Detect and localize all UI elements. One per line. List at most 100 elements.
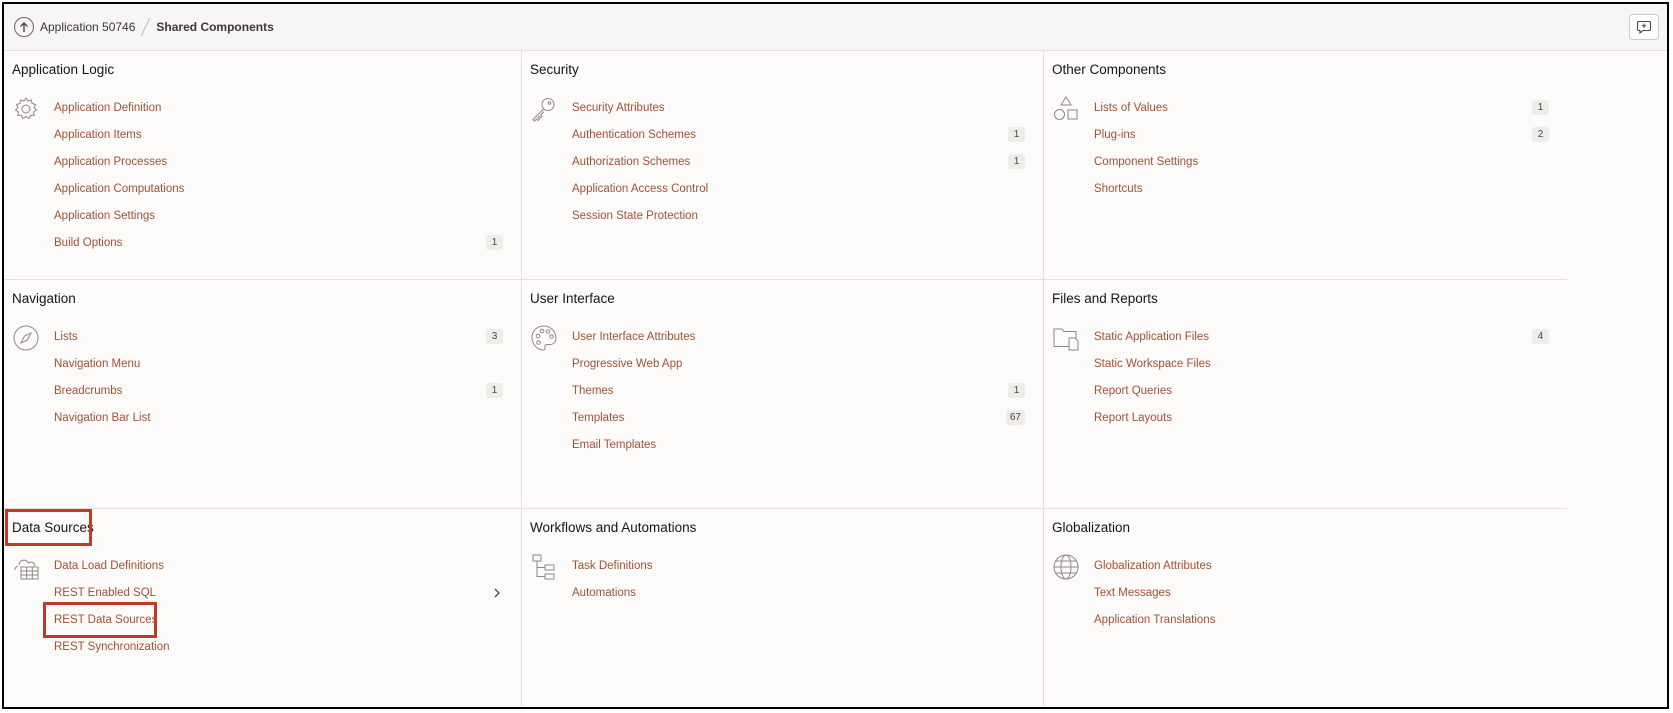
list-item-themes[interactable]: Themes 1	[572, 382, 1025, 400]
list-item-security-attributes[interactable]: Security Attributes	[572, 99, 1025, 117]
breadcrumb-bar: Application 50746 Shared Components	[4, 4, 1667, 51]
section-title: Security	[530, 62, 579, 77]
section-other-components: Other Components Lists of Values 1 Plug-…	[1044, 51, 1567, 280]
key-icon	[530, 95, 558, 123]
link-build-options[interactable]: Build Options	[54, 237, 122, 249]
list-item-application-definition[interactable]: Application Definition	[54, 99, 503, 117]
list-item-lists-of-values[interactable]: Lists of Values 1	[1094, 99, 1549, 117]
shared-components-page: Application 50746 Shared Components Appl…	[2, 2, 1669, 709]
link-application-definition[interactable]: Application Definition	[54, 102, 161, 114]
list-item-task-definitions[interactable]: Task Definitions	[572, 557, 1025, 575]
section-workflows-and-automations: Workflows and Automations Task Definitio…	[522, 509, 1044, 707]
link-security-attributes[interactable]: Security Attributes	[572, 102, 665, 114]
link-plug-ins[interactable]: Plug-ins	[1094, 129, 1136, 141]
list-item-session-state-protection[interactable]: Session State Protection	[572, 207, 1025, 225]
list-item-rest-synchronization[interactable]: REST Synchronization	[54, 638, 503, 656]
link-lists-of-values[interactable]: Lists of Values	[1094, 102, 1168, 114]
count-badge: 1	[1532, 100, 1549, 115]
list-item-rest-enabled-sql[interactable]: REST Enabled SQL	[54, 584, 503, 602]
link-text-messages[interactable]: Text Messages	[1094, 587, 1171, 599]
link-authorization-schemes[interactable]: Authorization Schemes	[572, 156, 690, 168]
list-item-breadcrumbs[interactable]: Breadcrumbs 1	[54, 382, 503, 400]
section-title: User Interface	[530, 291, 615, 306]
section-globalization: Globalization Globalization Attributes T…	[1044, 509, 1567, 707]
link-report-layouts[interactable]: Report Layouts	[1094, 412, 1172, 424]
breadcrumb-separator	[141, 18, 151, 36]
list-item-application-processes[interactable]: Application Processes	[54, 153, 503, 171]
list-item-authentication-schemes[interactable]: Authentication Schemes 1	[572, 126, 1025, 144]
list-item-component-settings[interactable]: Component Settings	[1094, 153, 1549, 171]
list-item-static-application-files[interactable]: Static Application Files 4	[1094, 328, 1549, 346]
list-item-email-templates[interactable]: Email Templates	[572, 436, 1025, 454]
list-item-templates[interactable]: Templates 67	[572, 409, 1025, 427]
link-navigation-bar-list[interactable]: Navigation Bar List	[54, 412, 151, 424]
count-badge: 1	[1008, 383, 1025, 398]
list-item-application-translations[interactable]: Application Translations	[1094, 611, 1549, 629]
link-session-state-protection[interactable]: Session State Protection	[572, 210, 698, 222]
link-user-interface-attributes[interactable]: User Interface Attributes	[572, 331, 695, 343]
link-task-definitions[interactable]: Task Definitions	[572, 560, 653, 572]
list-item-plug-ins[interactable]: Plug-ins 2	[1094, 126, 1549, 144]
list-item-application-settings[interactable]: Application Settings	[54, 207, 503, 225]
globe-icon	[1052, 553, 1080, 581]
list-item-lists[interactable]: Lists 3	[54, 328, 503, 346]
compass-icon	[12, 324, 40, 352]
link-application-access-control[interactable]: Application Access Control	[572, 183, 708, 195]
link-automations[interactable]: Automations	[572, 587, 636, 599]
list-item-shortcuts[interactable]: Shortcuts	[1094, 180, 1549, 198]
breadcrumb-parent-link[interactable]: Application 50746	[40, 20, 135, 34]
workflow-icon	[530, 553, 558, 581]
link-rest-enabled-sql[interactable]: REST Enabled SQL	[54, 587, 156, 599]
link-navigation-menu[interactable]: Navigation Menu	[54, 358, 140, 370]
section-navigation: Navigation Lists 3 Navigation Menu Bread…	[4, 280, 522, 509]
list-item-progressive-web-app[interactable]: Progressive Web App	[572, 355, 1025, 373]
list-item-application-computations[interactable]: Application Computations	[54, 180, 503, 198]
section-security: Security Security Attributes Authenticat…	[522, 51, 1044, 280]
link-themes[interactable]: Themes	[572, 385, 614, 397]
arrow-up-icon[interactable]	[14, 17, 34, 37]
link-application-translations[interactable]: Application Translations	[1094, 614, 1215, 626]
list-item-build-options[interactable]: Build Options 1	[54, 234, 503, 252]
list-item-navigation-bar-list[interactable]: Navigation Bar List	[54, 409, 503, 427]
link-component-settings[interactable]: Component Settings	[1094, 156, 1198, 168]
list-item-authorization-schemes[interactable]: Authorization Schemes 1	[572, 153, 1025, 171]
link-rest-synchronization[interactable]: REST Synchronization	[54, 641, 169, 653]
section-title: Files and Reports	[1052, 291, 1158, 306]
chat-plus-icon	[1636, 20, 1652, 35]
list-item-data-load-definitions[interactable]: Data Load Definitions	[54, 557, 503, 575]
list-item-user-interface-attributes[interactable]: User Interface Attributes	[572, 328, 1025, 346]
link-application-processes[interactable]: Application Processes	[54, 156, 167, 168]
feedback-button[interactable]	[1629, 14, 1659, 40]
link-shortcuts[interactable]: Shortcuts	[1094, 183, 1143, 195]
section-application-logic: Application Logic Application Definition…	[4, 51, 522, 280]
link-application-computations[interactable]: Application Computations	[54, 183, 184, 195]
section-title: Application Logic	[12, 62, 115, 77]
list-item-report-queries[interactable]: Report Queries	[1094, 382, 1549, 400]
section-title: Other Components	[1052, 62, 1167, 77]
link-globalization-attributes[interactable]: Globalization Attributes	[1094, 560, 1212, 572]
section-files-and-reports: Files and Reports Static Application Fil…	[1044, 280, 1567, 509]
list-item-text-messages[interactable]: Text Messages	[1094, 584, 1549, 602]
link-progressive-web-app[interactable]: Progressive Web App	[572, 358, 682, 370]
link-authentication-schemes[interactable]: Authentication Schemes	[572, 129, 696, 141]
list-item-navigation-menu[interactable]: Navigation Menu	[54, 355, 503, 373]
list-item-automations[interactable]: Automations	[572, 584, 1025, 602]
list-item-application-items[interactable]: Application Items	[54, 126, 503, 144]
link-application-settings[interactable]: Application Settings	[54, 210, 155, 222]
link-report-queries[interactable]: Report Queries	[1094, 385, 1172, 397]
link-email-templates[interactable]: Email Templates	[572, 439, 656, 451]
link-data-load-definitions[interactable]: Data Load Definitions	[54, 560, 164, 572]
link-breadcrumbs[interactable]: Breadcrumbs	[54, 385, 122, 397]
highlight-box-data-sources	[5, 509, 92, 546]
list-item-static-workspace-files[interactable]: Static Workspace Files	[1094, 355, 1549, 373]
link-static-application-files[interactable]: Static Application Files	[1094, 331, 1209, 343]
link-application-items[interactable]: Application Items	[54, 129, 142, 141]
link-templates[interactable]: Templates	[572, 412, 624, 424]
chevron-right-icon[interactable]	[493, 586, 501, 604]
list-item-globalization-attributes[interactable]: Globalization Attributes	[1094, 557, 1549, 575]
list-item-report-layouts[interactable]: Report Layouts	[1094, 409, 1549, 427]
link-static-workspace-files[interactable]: Static Workspace Files	[1094, 358, 1211, 370]
link-lists[interactable]: Lists	[54, 331, 78, 343]
section-user-interface: User Interface User Interface Attributes…	[522, 280, 1044, 509]
list-item-application-access-control[interactable]: Application Access Control	[572, 180, 1025, 198]
